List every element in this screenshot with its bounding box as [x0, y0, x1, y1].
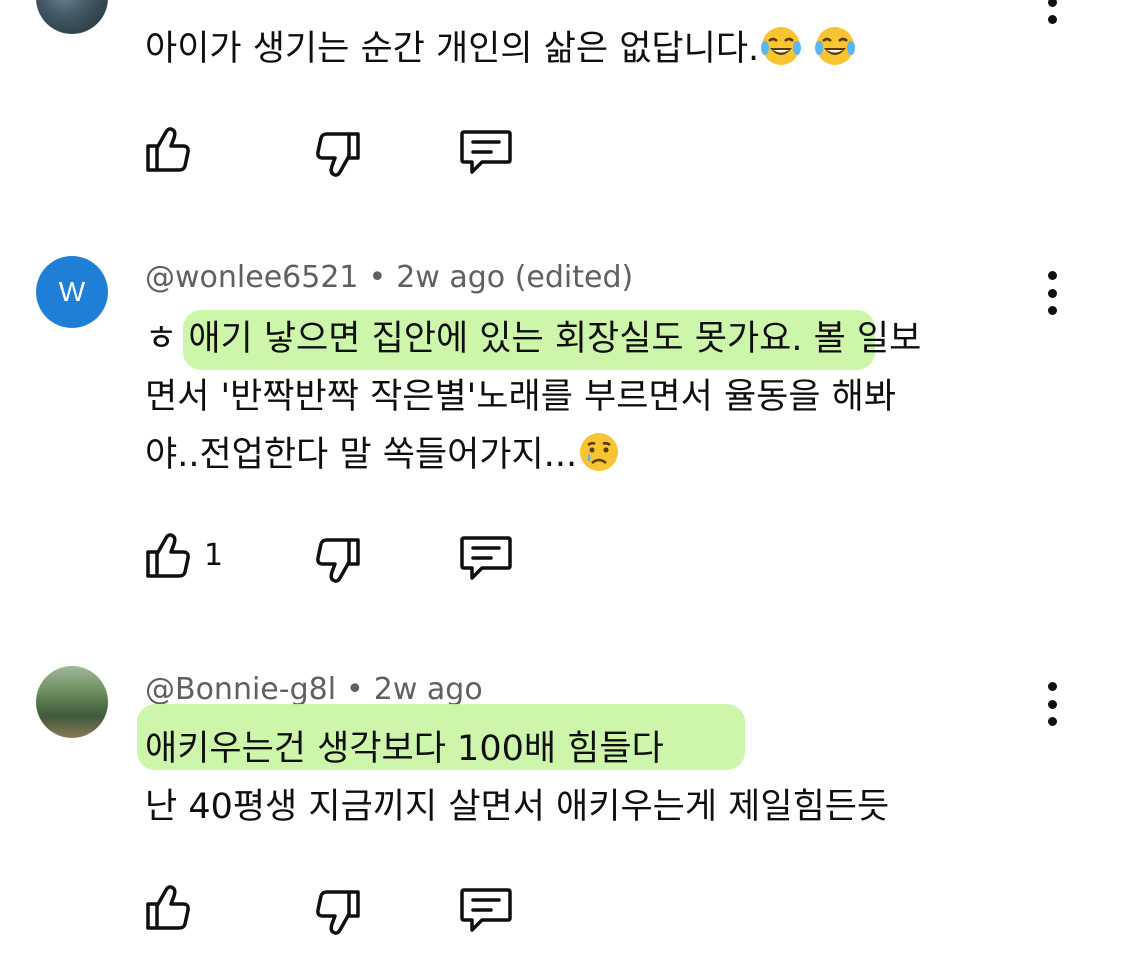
thumbs-up-icon	[146, 127, 190, 172]
reply-comment-icon	[460, 888, 512, 932]
like-button[interactable]	[140, 880, 196, 936]
comment-line: 야..전업한다 말 쏙들어가지...	[145, 426, 921, 484]
comment-line: 애키우는건 생각보다 100배 힘들다	[145, 729, 664, 769]
reply-comment-icon	[460, 130, 512, 174]
comment-meta: @wonlee6521 • 2w ago (edited)	[145, 260, 633, 295]
thumbs-up-icon	[146, 885, 190, 930]
laughing-emoji-icon	[759, 24, 803, 68]
separator: •	[368, 260, 387, 295]
like-count: 1	[204, 538, 224, 573]
comment-text: ㅎ 애기 낳으면 집안에 있는 회장실도 못가요. 볼 일보 면서 '반짝반짝 …	[145, 310, 921, 484]
reply-button[interactable]	[458, 530, 514, 586]
more-options-icon[interactable]	[1040, 0, 1064, 24]
dislike-button[interactable]	[310, 126, 366, 182]
comment-text: 아이가 생기는 순간 개인의 삶은 없답니다.	[145, 20, 857, 78]
author-name[interactable]: @wonlee6521	[145, 260, 359, 295]
like-button[interactable]	[140, 122, 196, 178]
more-options-icon[interactable]	[1040, 682, 1064, 726]
thumbs-down-icon	[316, 132, 360, 177]
avatar[interactable]: W	[36, 256, 108, 328]
like-button[interactable]	[140, 528, 196, 584]
comment-line: 면서 '반짝반짝 작은별'노래를 부르면서 율동을 해봐	[145, 377, 897, 417]
thumbs-down-icon	[316, 890, 360, 935]
crying-emoji-icon	[577, 430, 621, 474]
dislike-button[interactable]	[310, 884, 366, 940]
timestamp: 2w ago (edited)	[396, 260, 634, 295]
laughing-emoji-icon	[813, 24, 857, 68]
reply-comment-icon	[460, 536, 512, 580]
comment-line: 난 40평생 지금끼지 살면서 애키우는게 제일힘든듯	[145, 787, 890, 827]
reply-button[interactable]	[458, 124, 514, 180]
more-options-icon[interactable]	[1040, 271, 1064, 315]
separator: •	[346, 672, 364, 707]
comment-meta: @Bonnie-g8l • 2w ago	[145, 672, 483, 707]
thumbs-up-icon	[146, 533, 190, 578]
comment-text: 애키우는건 생각보다 100배 힘들다 난 40평생 지금끼지 살면서 애키우는…	[145, 720, 889, 836]
author-name[interactable]: @Bonnie-g8l	[145, 672, 336, 707]
reply-button[interactable]	[458, 882, 514, 938]
avatar[interactable]	[36, 666, 108, 738]
dislike-button[interactable]	[310, 532, 366, 588]
thumbs-down-icon	[316, 538, 360, 583]
comment-line: ㅎ 애기 낳으면 집안에 있는 회장실도 못가요. 볼 일보	[145, 319, 922, 359]
avatar[interactable]	[36, 0, 108, 34]
timestamp: 2w ago	[373, 672, 483, 707]
